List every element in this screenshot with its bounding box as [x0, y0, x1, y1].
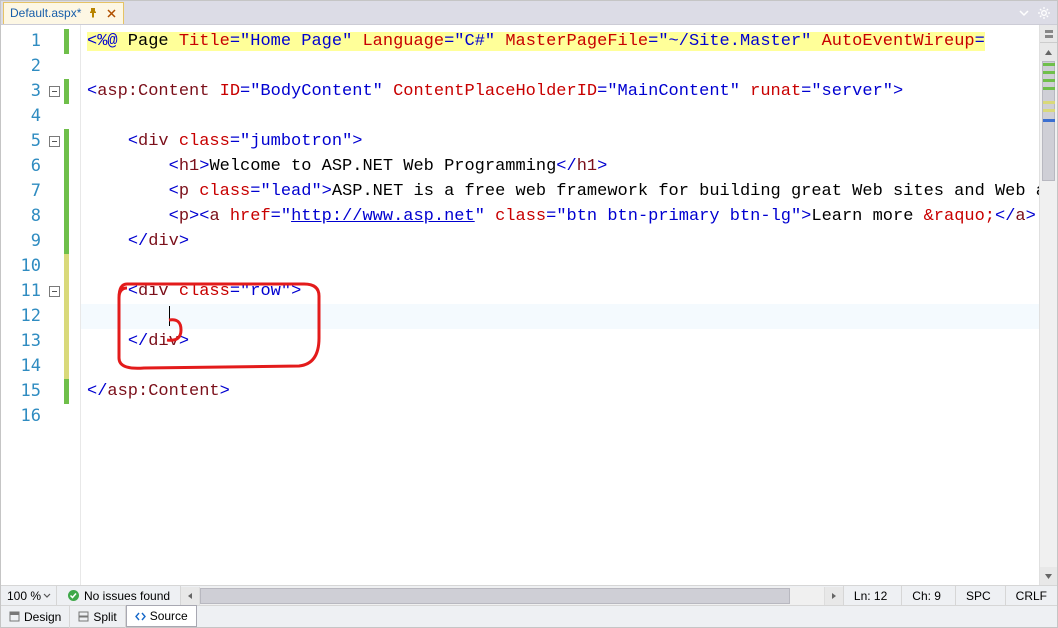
document-tab[interactable]: Default.aspx* [3, 2, 124, 24]
close-icon[interactable] [105, 7, 117, 19]
scroll-right-icon[interactable] [825, 587, 843, 605]
pin-icon[interactable] [87, 7, 99, 19]
gutter: 12345678 910111213141516 [1, 25, 81, 585]
fold-toggle-icon[interactable] [49, 86, 60, 97]
horizontal-scrollbar[interactable] [181, 587, 843, 605]
tab-title: Default.aspx* [10, 6, 81, 20]
code-line [81, 354, 1039, 379]
document-tab-strip: Default.aspx* [1, 1, 1057, 25]
status-eol[interactable]: CRLF [1005, 586, 1057, 605]
design-icon [9, 611, 20, 622]
line-numbers: 12345678 910111213141516 [1, 25, 45, 585]
code-line [81, 54, 1039, 79]
status-line: Ln: 12 [843, 586, 897, 605]
code-line [81, 104, 1039, 129]
view-tabs: Design Split Source [1, 605, 1057, 627]
code-line [81, 254, 1039, 279]
gear-icon[interactable] [1037, 6, 1051, 20]
zoom-level[interactable]: 100 % [1, 586, 57, 605]
scroll-up-icon[interactable] [1040, 43, 1057, 61]
code-line: <h1>Welcome to ASP.NET Web Programming</… [81, 154, 1039, 179]
fold-column [45, 25, 63, 585]
scroll-thumb[interactable] [200, 588, 790, 604]
text-caret [169, 306, 170, 326]
code-line [81, 404, 1039, 429]
editor-window: Default.aspx* 12345678 910111213141516 [0, 0, 1058, 628]
code-editor[interactable]: 12345678 910111213141516 [1, 25, 1057, 585]
source-icon [135, 611, 146, 622]
code-line: <p><a href="http://www.asp.net" class="b… [81, 204, 1039, 229]
status-scroll-row: 100 % No issues found Ln: 12 Ch: 9 SPC C… [1, 585, 1057, 605]
scroll-track[interactable] [1041, 61, 1056, 567]
code-line: <asp:Content ID="BodyContent" ContentPla… [81, 79, 1039, 104]
status-column: Ch: 9 [901, 586, 951, 605]
code-line: <div class="row"> [81, 279, 1039, 304]
code-line-current [81, 304, 1039, 329]
code-line: <%@ Page Title="Home Page" Language="C#"… [81, 29, 1039, 54]
scroll-track[interactable] [199, 587, 825, 605]
code-line: </div> [81, 229, 1039, 254]
view-tab-design[interactable]: Design [1, 606, 70, 628]
code-line: <div class="jumbotron"> [81, 129, 1039, 154]
change-margin [63, 25, 71, 585]
code-surface[interactable]: <%@ Page Title="Home Page" Language="C#"… [81, 25, 1039, 585]
view-tab-split[interactable]: Split [70, 606, 125, 628]
fold-toggle-icon[interactable] [49, 286, 60, 297]
code-line: </asp:Content> [81, 379, 1039, 404]
check-circle-icon [67, 589, 80, 602]
code-line: <p class="lead">ASP.NET is a free web fr… [81, 179, 1039, 204]
split-toggle-icon[interactable] [1040, 25, 1057, 43]
scroll-left-icon[interactable] [181, 587, 199, 605]
status-indent[interactable]: SPC [955, 586, 1001, 605]
issues-indicator[interactable]: No issues found [57, 586, 181, 605]
scroll-down-icon[interactable] [1040, 567, 1057, 585]
split-icon [78, 611, 89, 622]
fold-toggle-icon[interactable] [49, 136, 60, 147]
code-line: </div> [81, 329, 1039, 354]
vertical-scrollbar[interactable] [1039, 25, 1057, 585]
view-tab-source[interactable]: Source [126, 605, 197, 627]
dropdown-icon[interactable] [1017, 6, 1031, 20]
